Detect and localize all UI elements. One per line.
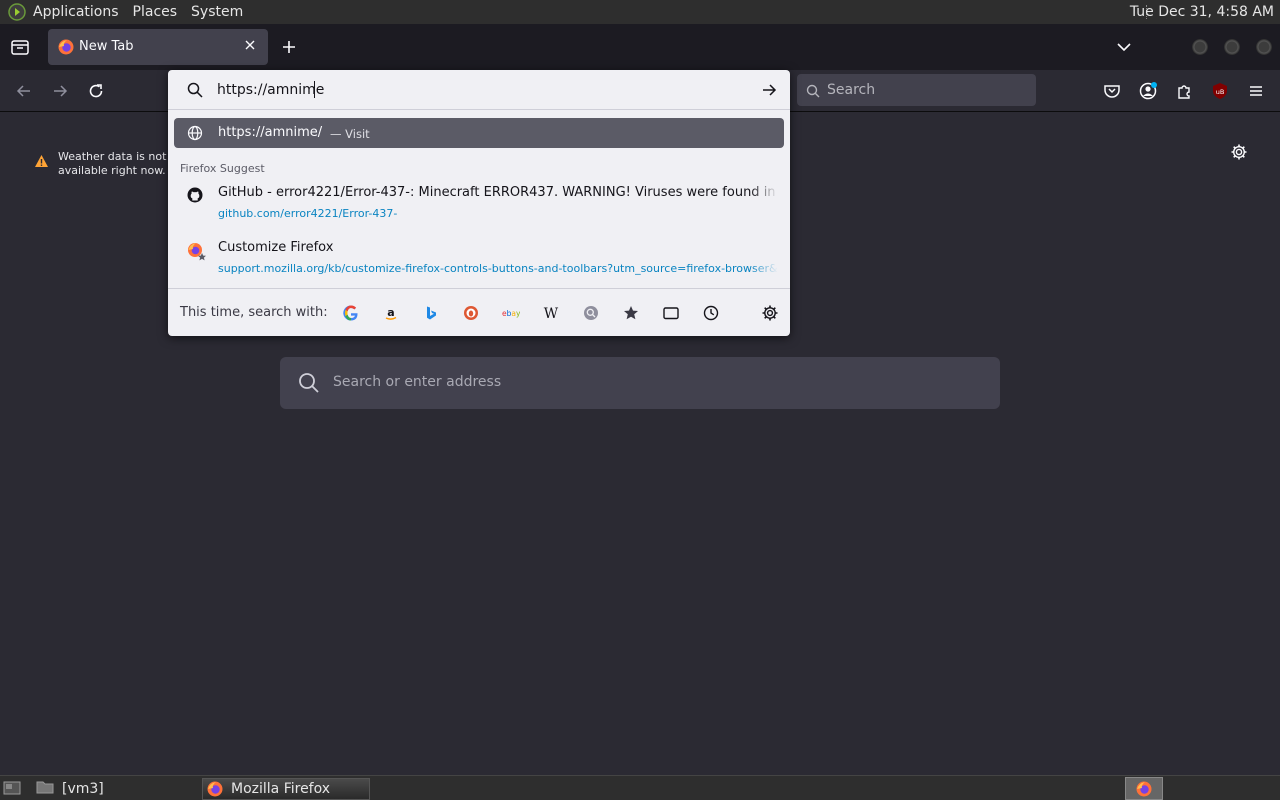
search-icon [806, 83, 820, 98]
tab-new-tab[interactable]: New Tab [48, 29, 268, 65]
firefox-help-icon [187, 242, 206, 261]
system-top-panel: Applications Places System Tue Dec 31, 4… [0, 0, 1280, 24]
firefox-icon [207, 781, 223, 797]
svg-text:ebay: ebay [502, 309, 520, 318]
reload-icon[interactable] [86, 81, 106, 101]
tabs-icon[interactable] [661, 303, 681, 323]
heuristic-url: https://amnime/ [218, 125, 323, 140]
one-off-label: This time, search with: [180, 305, 328, 320]
warning-icon [34, 154, 49, 168]
close-window-button[interactable] [1256, 39, 1272, 55]
one-off-search-buttons: This time, search with: a ebay W [168, 288, 790, 336]
wikipedia-icon[interactable]: W [541, 303, 561, 323]
weather-message: Weather data is not available right now. [58, 150, 167, 177]
folder-icon [36, 780, 54, 798]
search-icon [298, 372, 320, 394]
minimize-window-button[interactable] [1192, 39, 1208, 55]
workspace-switcher[interactable] [1125, 777, 1163, 800]
results-group-label: Firefox Suggest [180, 162, 265, 175]
amazon-icon[interactable]: a [381, 303, 401, 323]
close-icon[interactable] [243, 38, 257, 52]
tab-strip: New Tab [0, 24, 1280, 70]
svg-text:W: W [544, 306, 559, 321]
task-label: Mozilla Firefox [231, 781, 331, 797]
suggestion-github[interactable]: GitHub - error4221/Error-437-: Minecraft… [174, 182, 784, 230]
heuristic-result-visit[interactable]: https://amnime/ — Visit [174, 118, 784, 148]
gear-icon[interactable] [1230, 143, 1248, 161]
urlbar-dropdown: https://amnime/ — Visit Firefox Suggest … [168, 70, 790, 336]
new-tab-plus-icon[interactable] [280, 38, 298, 56]
bottom-taskbar: [vm3] Mozilla Firefox [0, 775, 1280, 800]
toolbar-search-box[interactable]: Search [797, 74, 1036, 106]
github-icon [187, 187, 203, 203]
suggestion-url: support.mozilla.org/kb/customize-firefox… [218, 262, 778, 275]
search-history-icon[interactable] [581, 303, 601, 323]
ublock-origin-icon[interactable]: uB [1210, 81, 1230, 101]
urlbar-input-row [168, 70, 790, 110]
task-vm3[interactable]: [vm3] [36, 778, 200, 800]
search-icon [187, 82, 203, 98]
history-clock-icon[interactable] [701, 303, 721, 323]
menu-system[interactable]: System [184, 0, 250, 24]
firefox-view-icon[interactable] [10, 38, 30, 56]
task-mozilla-firefox[interactable]: Mozilla Firefox [202, 778, 370, 800]
task-label: [vm3] [62, 781, 104, 797]
maximize-window-button[interactable] [1224, 39, 1240, 55]
url-input[interactable] [217, 79, 747, 101]
forward-arrow-icon[interactable] [50, 81, 70, 101]
tab-title: New Tab [79, 39, 134, 54]
suggestion-title: GitHub - error4221/Error-437-: Minecraft… [218, 185, 778, 200]
duckduckgo-icon[interactable] [461, 303, 481, 323]
globe-icon [187, 125, 203, 141]
chevron-down-icon[interactable] [1115, 39, 1133, 53]
firefox-icon [58, 39, 74, 55]
extensions-puzzle-icon[interactable] [1174, 81, 1194, 101]
hamburger-menu-icon[interactable] [1246, 81, 1266, 101]
bookmarks-star-icon[interactable] [621, 303, 641, 323]
content-search-placeholder: Search or enter address [333, 374, 502, 390]
svg-text:uB: uB [1216, 88, 1225, 96]
show-desktop-icon[interactable] [3, 780, 21, 796]
applications-menu-icon[interactable] [8, 3, 26, 21]
bing-icon[interactable] [421, 303, 441, 323]
suggestion-title: Customize Firefox [218, 240, 334, 255]
go-arrow-icon[interactable] [761, 82, 777, 98]
content-search-box[interactable]: Search or enter address [280, 357, 1000, 409]
text-caret [314, 81, 315, 98]
toolbar-search-placeholder: Search [827, 82, 876, 98]
pocket-icon[interactable] [1102, 81, 1122, 101]
suggestion-url: github.com/error4221/Error-437- [218, 207, 398, 220]
ebay-icon[interactable]: ebay [501, 303, 521, 323]
menu-places[interactable]: Places [126, 0, 185, 24]
clock[interactable]: Tue Dec 31, 4:58 AM [1130, 0, 1274, 24]
search-settings-gear-icon[interactable] [760, 303, 780, 323]
suggestion-customize-firefox[interactable]: Customize Firefox support.mozilla.org/kb… [174, 237, 784, 285]
back-arrow-icon[interactable] [14, 81, 34, 101]
menu-applications[interactable]: Applications [26, 0, 126, 24]
firefox-icon [1136, 781, 1152, 796]
heuristic-action: — Visit [330, 127, 370, 141]
google-icon[interactable] [341, 303, 361, 323]
svg-text:a: a [387, 306, 394, 319]
account-icon[interactable] [1138, 81, 1158, 101]
